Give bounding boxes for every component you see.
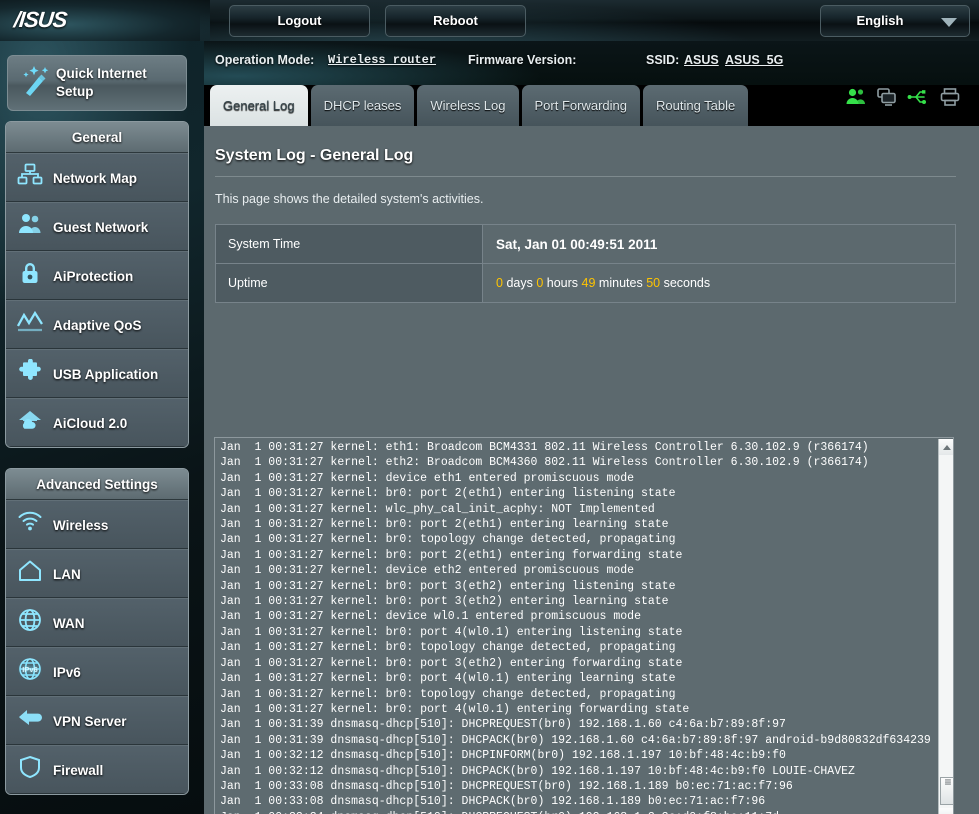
aicloud-icon <box>15 408 45 438</box>
uptime-minutes: 49 <box>581 276 596 290</box>
wireless-signal-icon <box>15 510 45 540</box>
uptime-value: 0 days 0 hours 49 minutes 50 seconds <box>482 263 956 303</box>
tab-wireless-log[interactable]: Wireless Log <box>417 85 519 126</box>
uptime-minutes-unit: minutes <box>598 276 643 290</box>
sidebar-item-guest-network-label: Guest Network <box>53 220 149 235</box>
log-viewer: Jan 1 00:31:27 kernel: eth1: Broadcom BC… <box>214 437 969 814</box>
table-row: System Time Sat, Jan 01 00:49:51 2011 <box>215 224 956 264</box>
lan-home-icon <box>15 559 45 589</box>
sidebar-item-wireless[interactable]: Wireless <box>6 500 188 549</box>
log-vertical-scrollbar[interactable] <box>938 439 953 814</box>
vpn-server-icon <box>15 706 45 736</box>
quick-internet-setup-button[interactable]: Quick Internet Setup <box>7 55 187 111</box>
uptime-seconds-unit: seconds <box>663 276 711 290</box>
wan-globe-icon <box>15 608 45 638</box>
printer-icon[interactable] <box>939 88 961 110</box>
language-label: English <box>856 13 904 28</box>
sidebar-item-usb-application[interactable]: USB Application <box>6 349 188 398</box>
operation-status-bar: Operation Mode: Wireless router Firmware… <box>204 41 979 85</box>
sidebar-group-advanced: Advanced Settings Wireless LAN WAN IPv6 … <box>5 468 189 795</box>
sidebar-item-firewall[interactable]: Firewall <box>6 745 188 794</box>
ssid-2ghz-link[interactable]: ASUS <box>684 53 719 67</box>
sidebar-item-adaptive-qos-label: Adaptive QoS <box>53 318 142 333</box>
scroll-down-arrow-icon[interactable] <box>939 808 953 814</box>
svg-text:IPv6: IPv6 <box>22 665 37 674</box>
uptime-hours: 0 <box>536 276 544 290</box>
ssid-5ghz-link[interactable]: ASUS_5G <box>725 53 783 67</box>
sidebar-item-wan[interactable]: WAN <box>6 598 188 647</box>
title-divider <box>215 176 956 177</box>
usb-icon[interactable] <box>907 88 929 110</box>
guest-network-icon <box>15 212 45 242</box>
magic-wand-icon <box>18 64 52 102</box>
top-header-bar: /ISUS Logout Reboot English <box>0 0 979 41</box>
firmware-version-label: Firmware Version: <box>468 53 577 67</box>
network-map-icon <box>15 163 45 193</box>
tab-bar: General Log DHCP leases Wireless Log Por… <box>210 85 751 126</box>
page-description: This page shows the detailed system's ac… <box>215 192 484 206</box>
system-time-key: System Time <box>215 224 483 264</box>
uptime-days: 0 <box>496 276 503 290</box>
sidebar-item-ipv6[interactable]: IPv6 IPv6 <box>6 647 188 696</box>
tab-routing-table[interactable]: Routing Table <box>642 85 749 126</box>
page-title: System Log - General Log <box>215 147 414 164</box>
log-content: Jan 1 00:31:27 kernel: eth1: Broadcom BC… <box>220 441 931 814</box>
aiprotection-lock-icon <box>15 261 45 291</box>
sidebar-item-guest-network[interactable]: Guest Network <box>6 202 188 251</box>
sidebar-item-vpn-server[interactable]: VPN Server <box>6 696 188 745</box>
uptime-hours-unit: hours <box>546 276 579 290</box>
logout-button[interactable]: Logout <box>229 5 370 37</box>
clients-icon[interactable] <box>845 88 867 110</box>
vertical-scrollbar-thumb[interactable] <box>940 775 953 805</box>
sidebar-item-usb-application-label: USB Application <box>53 367 159 382</box>
sidebar-item-lan[interactable]: LAN <box>6 549 188 598</box>
asus-logo: /ISUS <box>12 7 68 32</box>
sidebar-item-adaptive-qos[interactable]: Adaptive QoS <box>6 300 188 349</box>
sidebar-item-aiprotection[interactable]: AiProtection <box>6 251 188 300</box>
sidebar-item-aicloud-label: AiCloud 2.0 <box>53 416 128 431</box>
main-content: Operation Mode: Wireless router Firmware… <box>204 41 979 814</box>
content-panel: System Log - General Log This page shows… <box>204 126 979 814</box>
system-info-table: System Time Sat, Jan 01 00:49:51 2011 Up… <box>215 224 956 303</box>
operation-mode-value[interactable]: Wireless router <box>328 53 436 67</box>
table-row: Uptime 0 days 0 hours 49 minutes 50 seco… <box>215 263 956 303</box>
firewall-shield-icon <box>15 755 45 785</box>
tab-dhcp-leases[interactable]: DHCP leases <box>310 85 415 126</box>
sidebar-group-general-title: General <box>6 122 188 153</box>
quick-internet-setup-label: Quick Internet Setup <box>56 66 147 99</box>
tab-general-log[interactable]: General Log <box>210 85 308 126</box>
chevron-down-icon <box>941 18 957 27</box>
usb-application-puzzle-icon <box>15 358 45 389</box>
sidebar-item-network-map[interactable]: Network Map <box>6 153 188 202</box>
sidebar-item-wireless-label: Wireless <box>53 518 109 533</box>
sidebar-group-advanced-title: Advanced Settings <box>6 469 188 500</box>
log-textarea[interactable]: Jan 1 00:31:27 kernel: eth1: Broadcom BC… <box>214 437 954 814</box>
uptime-seconds: 50 <box>646 276 661 290</box>
adaptive-qos-icon <box>15 310 45 340</box>
sidebar-item-wan-label: WAN <box>53 616 85 631</box>
sidebar-item-aiprotection-label: AiProtection <box>53 269 134 284</box>
sidebar-item-lan-label: LAN <box>53 567 81 582</box>
sidebar-item-vpn-server-label: VPN Server <box>53 714 127 729</box>
uptime-key: Uptime <box>215 263 483 303</box>
sidebar-item-ipv6-label: IPv6 <box>53 665 81 680</box>
tab-port-forwarding[interactable]: Port Forwarding <box>521 85 640 126</box>
clone-mac-icon[interactable] <box>876 88 898 110</box>
sidebar-item-firewall-label: Firewall <box>53 763 104 778</box>
scroll-up-arrow-icon[interactable] <box>939 439 953 455</box>
language-selector[interactable]: English <box>820 5 970 37</box>
sidebar-item-aicloud[interactable]: AiCloud 2.0 <box>6 398 188 447</box>
ssid-label: SSID: <box>646 53 680 67</box>
sidebar-item-network-map-label: Network Map <box>53 171 138 186</box>
uptime-days-unit: days <box>506 276 533 290</box>
operation-mode-label: Operation Mode: <box>215 53 315 67</box>
sidebar-group-general: General Network Map Guest Network AiProt… <box>5 121 189 448</box>
sidebar: Quick Internet Setup General Network Map… <box>0 41 204 814</box>
system-time-value: Sat, Jan 01 00:49:51 2011 <box>482 224 956 264</box>
reboot-button[interactable]: Reboot <box>385 5 526 37</box>
ipv6-globe-icon: IPv6 <box>15 657 45 687</box>
